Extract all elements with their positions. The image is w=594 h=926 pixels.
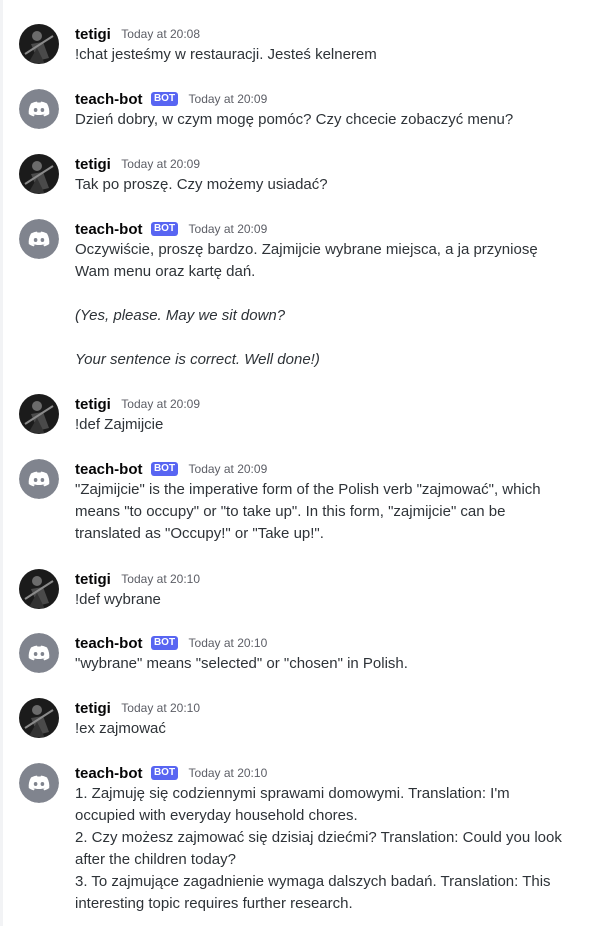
message-line: Oczywiście, proszę bardzo. Zajmijcie wyb…: [75, 241, 542, 280]
chat-message-list: tetigi Today at 20:08 !chat jesteśmy w r…: [0, 0, 594, 926]
username[interactable]: tetigi: [75, 156, 111, 173]
message-line: Tak po proszę. Czy możemy usiadać?: [75, 176, 328, 193]
message-line: (Yes, please. May we sit down?: [75, 307, 286, 324]
bot-avatar[interactable]: [19, 219, 59, 259]
user-avatar[interactable]: [19, 394, 59, 434]
bot-avatar[interactable]: [19, 633, 59, 673]
message-content: !chat jesteśmy w restauracji. Jesteś kel…: [75, 44, 575, 66]
message-line: 2. Czy możesz zajmować się dzisiaj dzieć…: [75, 829, 567, 868]
username[interactable]: teach-bot: [75, 765, 143, 782]
discord-logo-icon: [19, 633, 59, 673]
username[interactable]: teach-bot: [75, 91, 143, 108]
message-content: !def wybrane: [75, 589, 575, 611]
message-content: "Zajmijcie" is the imperative form of th…: [75, 479, 555, 545]
timestamp: Today at 20:09: [188, 462, 268, 476]
message-line: "wybrane" means "selected" or "chosen" i…: [75, 655, 408, 672]
bot-avatar[interactable]: [19, 459, 59, 499]
message-line: 1. Zajmuję się codziennymi sprawami domo…: [75, 785, 514, 824]
user-avatar[interactable]: [19, 154, 59, 194]
bot-avatar[interactable]: [19, 89, 59, 129]
timestamp: Today at 20:09: [121, 157, 201, 171]
bot-badge: BOT: [150, 766, 179, 780]
message-content: 1. Zajmuję się codziennymi sprawami domo…: [75, 783, 565, 915]
bot-avatar[interactable]: [19, 763, 59, 803]
discord-logo-icon: [19, 89, 59, 129]
bot-badge: BOT: [150, 636, 179, 650]
timestamp: Today at 20:08: [121, 27, 201, 41]
timestamp: Today at 20:09: [188, 222, 268, 236]
timestamp: Today at 20:10: [121, 572, 201, 586]
message-content: Dzień dobry, w czym mogę pomóc? Czy chce…: [75, 109, 575, 131]
message-line: !ex zajmować: [75, 720, 166, 737]
username[interactable]: tetigi: [75, 571, 111, 588]
timestamp: Today at 20:10: [188, 636, 268, 650]
username[interactable]: teach-bot: [75, 221, 143, 238]
message-content: !ex zajmować: [75, 718, 575, 740]
message-line: !def Zajmijcie: [75, 416, 164, 433]
message-line: Your sentence is correct. Well done!): [75, 351, 320, 368]
username[interactable]: tetigi: [75, 396, 111, 413]
timestamp: Today at 20:10: [121, 701, 201, 715]
user-avatar[interactable]: [19, 24, 59, 64]
message-content: "wybrane" means "selected" or "chosen" i…: [75, 653, 575, 675]
timestamp: Today at 20:09: [188, 92, 268, 106]
username[interactable]: tetigi: [75, 26, 111, 43]
bot-badge: BOT: [150, 92, 179, 106]
message-content: Oczywiście, proszę bardzo. Zajmijcie wyb…: [75, 239, 575, 371]
username[interactable]: teach-bot: [75, 635, 143, 652]
discord-logo-icon: [19, 763, 59, 803]
discord-logo-icon: [19, 459, 59, 499]
username[interactable]: tetigi: [75, 700, 111, 717]
message-line: !chat jesteśmy w restauracji. Jesteś kel…: [75, 46, 377, 63]
message-content: Tak po proszę. Czy możemy usiadać?: [75, 174, 575, 196]
username[interactable]: teach-bot: [75, 461, 143, 478]
message-line: !def wybrane: [75, 591, 161, 608]
message-line: Dzień dobry, w czym mogę pomóc? Czy chce…: [75, 111, 514, 128]
message-line: "Zajmijcie" is the imperative form of th…: [75, 481, 545, 542]
timestamp: Today at 20:10: [188, 766, 268, 780]
user-avatar[interactable]: [19, 569, 59, 609]
user-avatar[interactable]: [19, 698, 59, 738]
message-content: !def Zajmijcie: [75, 414, 575, 436]
message-line: 3. To zajmujące zagadnienie wymaga dalsz…: [75, 873, 555, 912]
timestamp: Today at 20:09: [121, 397, 201, 411]
discord-logo-icon: [19, 219, 59, 259]
bot-badge: BOT: [150, 222, 179, 236]
bot-badge: BOT: [150, 462, 179, 476]
